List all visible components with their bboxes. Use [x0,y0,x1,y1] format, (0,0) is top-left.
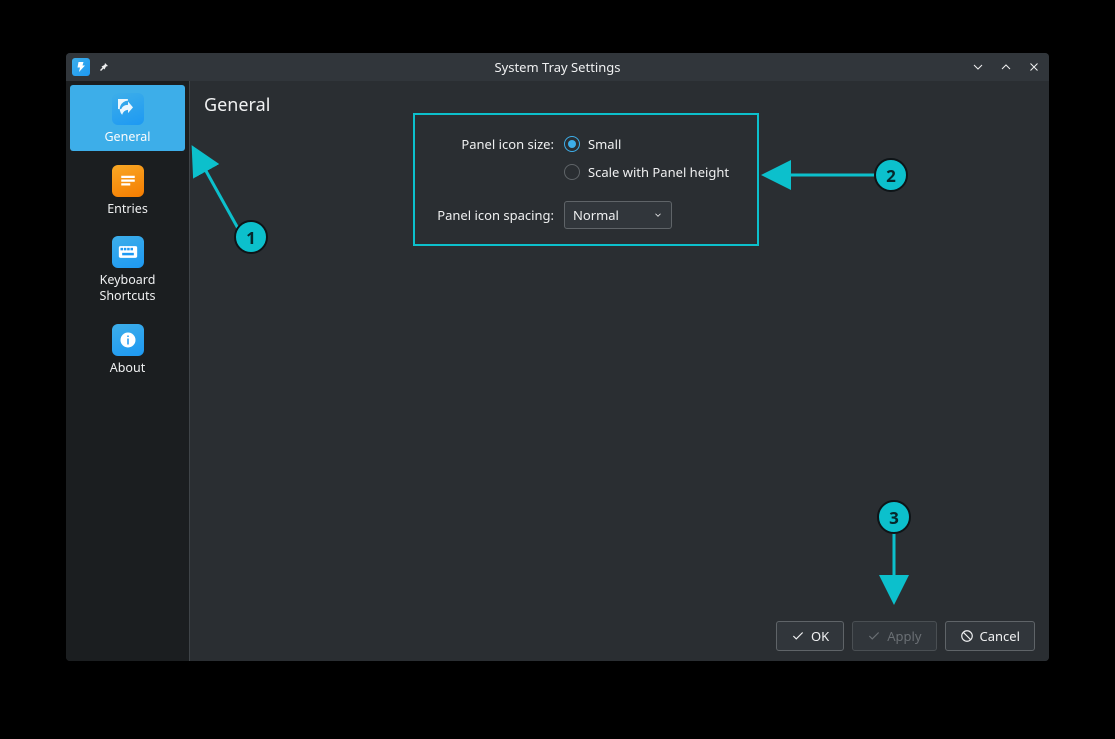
info-icon [112,324,144,356]
check-icon [791,629,805,643]
close-button[interactable] [1025,58,1043,76]
minimize-button[interactable] [969,58,987,76]
annotation-badge-1: 1 [234,220,268,254]
sidebar-item-label: General [104,129,150,145]
annotation-badge-3: 3 [877,500,911,534]
general-icon [112,93,144,125]
check-icon [867,629,881,643]
sidebar-item-entries[interactable]: Entries [70,157,185,223]
annotation-box-2 [413,113,759,246]
pin-icon[interactable] [98,61,110,73]
sidebar: General Entries Keyboard Shortcuts About [66,81,189,661]
sidebar-item-label: Entries [107,201,148,217]
sidebar-item-general[interactable]: General [70,85,185,151]
keyboard-icon [112,236,144,268]
app-icon [72,58,90,76]
apply-button: Apply [852,621,936,651]
sidebar-item-label: Keyboard Shortcuts [99,272,155,303]
button-label: OK [811,627,829,645]
maximize-button[interactable] [997,58,1015,76]
titlebar[interactable]: System Tray Settings [66,53,1049,81]
button-label: Cancel [980,627,1020,645]
ok-button[interactable]: OK [776,621,844,651]
button-label: Apply [887,627,921,645]
cancel-icon [960,629,974,643]
dialog-buttons: OK Apply Cancel [204,611,1035,651]
window-title: System Tray Settings [494,58,620,76]
entries-icon [112,165,144,197]
sidebar-item-keyboard-shortcuts[interactable]: Keyboard Shortcuts [70,228,185,309]
sidebar-item-about[interactable]: About [70,316,185,382]
annotation-badge-2: 2 [874,158,908,192]
sidebar-item-label: About [110,360,145,376]
cancel-button[interactable]: Cancel [945,621,1035,651]
